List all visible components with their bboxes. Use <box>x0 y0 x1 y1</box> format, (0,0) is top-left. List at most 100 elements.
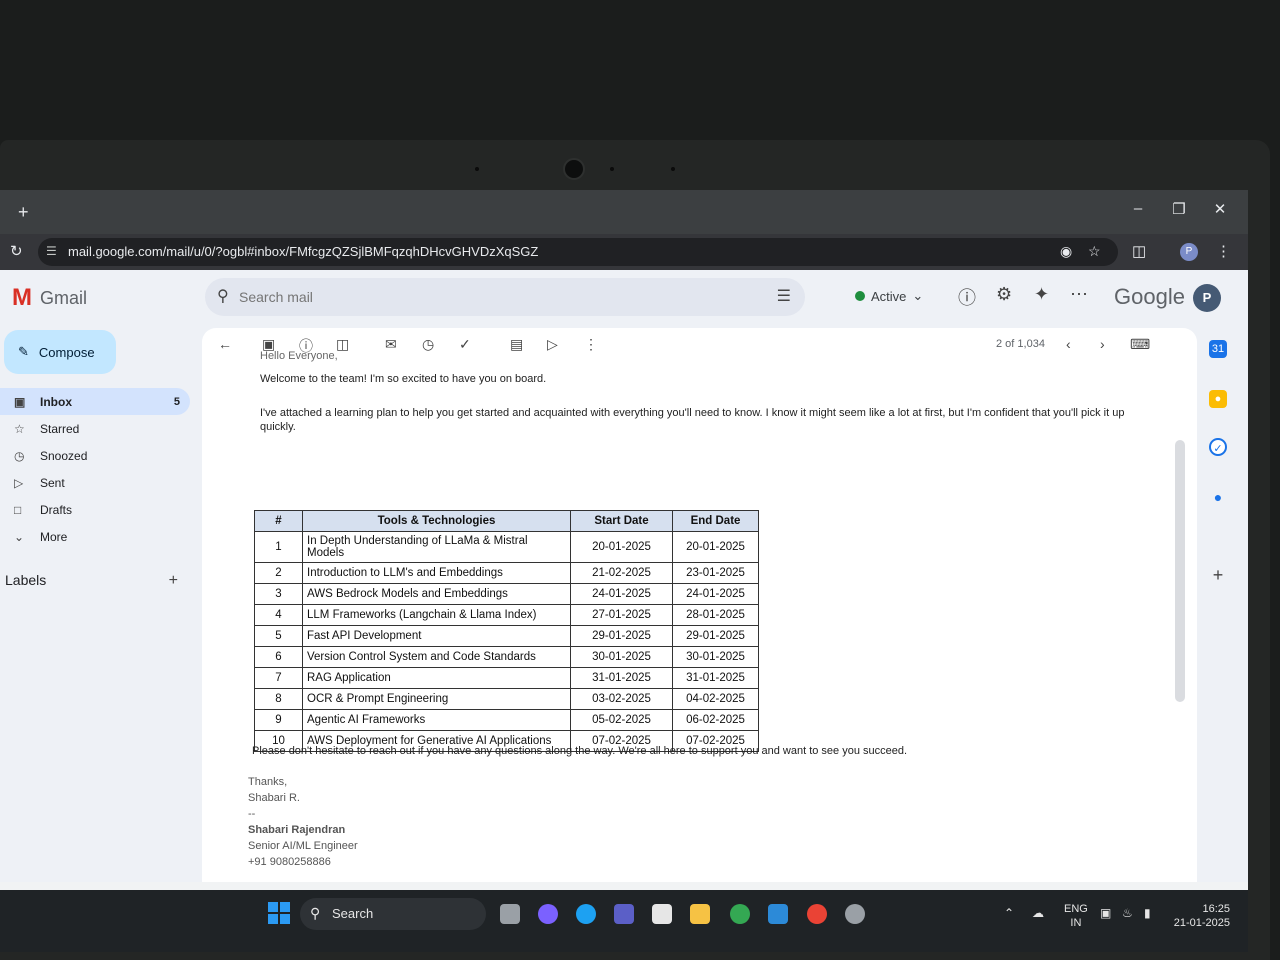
minimize-button[interactable]: – <box>1124 200 1152 217</box>
table-cell: OCR & Prompt Engineering <box>302 688 571 710</box>
table-cell: Fast API Development <box>302 625 571 647</box>
gmail-wordmark: Gmail <box>40 287 88 308</box>
language-code: ENG <box>1064 903 1088 915</box>
newer-chevron-icon[interactable]: › <box>1100 336 1105 352</box>
extensions-icon[interactable]: ◫ <box>1132 242 1146 260</box>
table-row: 3 AWS Bedrock Models and Embeddings 24-01-… <box>254 583 759 605</box>
learning-plan-table-body: 1 In Depth Understanding of LLaMa & Mistr… <box>254 531 759 752</box>
sidebar-item-sent[interactable]: ▷ Sent <box>0 469 190 496</box>
search-icon[interactable]: ⚲ <box>217 286 229 306</box>
add-to-tasks-icon[interactable]: ✓ <box>459 336 471 353</box>
reload-icon[interactable]: ↻ <box>10 242 23 260</box>
copilot-icon[interactable] <box>538 904 558 924</box>
apps-grid-icon[interactable]: ⋯ <box>1070 284 1088 305</box>
volume-muted-icon[interactable]: ♨ <box>1122 906 1133 920</box>
more-options-icon[interactable]: ⋮ <box>584 336 598 353</box>
table-cell: 8 <box>254 688 303 710</box>
table-cell: 03-02-2025 <box>570 688 673 710</box>
network-icon[interactable]: ▣ <box>1100 906 1111 920</box>
table-cell: Introduction to LLM's and Embeddings <box>302 562 571 584</box>
browser-menu-icon[interactable]: ⋮ <box>1216 242 1231 260</box>
back-arrow-icon[interactable]: ← <box>218 336 232 352</box>
email-toolbar: ← ▣ ⓘ ◫ ✉ ◷ ✓ ▤ ▷ ⋮ 2 of 1,034 ‹ › ⌨ <box>202 328 1197 358</box>
thanks-text: Thanks, <box>248 776 288 788</box>
store-icon[interactable] <box>652 904 672 924</box>
gemini-sparkle-icon[interactable]: ✦ <box>1034 284 1049 305</box>
google-account-brand[interactable]: Google <box>1114 284 1185 310</box>
system-clock[interactable]: 16:25 21-01-2025 <box>1170 902 1230 930</box>
bookmark-star-icon[interactable]: ☆ <box>1088 243 1101 260</box>
url-text[interactable]: mail.google.com/mail/u/0/?ogbl#inbox/FMf… <box>68 244 538 259</box>
label-icon[interactable]: ▷ <box>547 336 558 353</box>
table-cell: 4 <box>254 604 303 626</box>
table-cell: 31-01-2025 <box>672 667 759 689</box>
teams-icon[interactable] <box>614 904 634 924</box>
webcam <box>563 158 585 180</box>
mark-unread-icon[interactable]: ✉ <box>385 336 397 353</box>
move-to-icon[interactable]: ▤ <box>510 336 523 353</box>
windows-start-icon[interactable] <box>268 902 290 924</box>
eye-slash-icon[interactable]: ◉ <box>1060 243 1072 260</box>
settings-gear-icon[interactable]: ⚙ <box>996 284 1012 305</box>
restore-button[interactable]: ❐ <box>1165 200 1193 218</box>
sidebar-item-label: Drafts <box>40 502 73 517</box>
keep-icon[interactable]: ● <box>1209 390 1227 408</box>
table-row: 8 OCR & Prompt Engineering 03-02-2025 04-02… <box>254 688 759 710</box>
clock-icon: ◷ <box>14 448 25 463</box>
taskbar-search[interactable]: ⚲ Search <box>300 898 486 930</box>
new-tab-button[interactable]: + <box>18 202 29 223</box>
welcome-paragraph: Welcome to the team! I'm so excited to h… <box>260 373 547 385</box>
search-input[interactable] <box>239 286 739 308</box>
edge-icon[interactable] <box>576 904 596 924</box>
table-cell: 06-02-2025 <box>672 709 759 731</box>
sidebar-item-label: Sent <box>40 475 65 490</box>
close-window-button[interactable]: ✕ <box>1206 200 1234 218</box>
search-options-icon[interactable]: ☰ <box>777 286 791 306</box>
task-view-icon[interactable] <box>500 904 520 924</box>
older-chevron-icon[interactable]: ‹ <box>1066 336 1071 352</box>
calendar-icon[interactable]: 31 <box>1209 340 1227 358</box>
sidebar-item-inbox[interactable]: ▣ Inbox 5 <box>0 388 190 415</box>
signature-phone[interactable]: +91 9080258886 <box>248 856 331 868</box>
add-label-icon[interactable]: + <box>169 572 178 590</box>
omnibox[interactable]: ☰ mail.google.com/mail/u/0/?ogbl#inbox/F… <box>38 238 1118 266</box>
tray-overflow-icon[interactable]: ⌃ <box>1004 906 1014 920</box>
table-cell: 24-01-2025 <box>570 583 673 605</box>
pencil-icon: ✎ <box>18 344 29 359</box>
sidebar-item-label: Snoozed <box>40 448 88 463</box>
email-scrollbar[interactable] <box>1175 440 1185 702</box>
account-avatar[interactable]: P <box>1193 284 1221 312</box>
signature-name: Shabari Rajendran <box>248 824 346 836</box>
gmail-logo[interactable]: M Gmail <box>12 284 87 312</box>
pagination-count: 2 of 1,034 <box>996 338 1045 350</box>
table-cell: 6 <box>254 646 303 668</box>
sidebar-item-snoozed[interactable]: ◷ Snoozed <box>0 442 190 469</box>
compose-button[interactable]: ✎ Compose <box>4 330 116 374</box>
send-icon: ▷ <box>14 475 24 490</box>
vscode-icon[interactable] <box>768 904 788 924</box>
settings-gear-icon[interactable] <box>845 904 865 924</box>
table-cell: 21-02-2025 <box>570 562 673 584</box>
help-icon[interactable]: ⓘ <box>958 284 976 310</box>
gmail-app: M Gmail ⚲ ☰ Active ⌄ ⓘ ⚙ ✦ ⋯ Google P ✎ … <box>0 270 1248 882</box>
sidebar-item-starred[interactable]: ☆ Starred <box>0 415 190 442</box>
chrome-icon[interactable] <box>730 904 750 924</box>
battery-icon[interactable]: ▮ <box>1144 906 1151 920</box>
input-tools-icon[interactable]: ⌨ <box>1130 336 1150 353</box>
browser-profile-avatar[interactable]: P <box>1180 243 1198 261</box>
delete-icon[interactable]: ◫ <box>336 336 349 353</box>
chrome-profile-icon[interactable] <box>807 904 827 924</box>
sidebar-item-drafts[interactable]: □ Drafts <box>0 496 190 523</box>
site-info-icon[interactable]: ☰ <box>46 244 57 258</box>
tasks-icon[interactable]: ✓ <box>1209 438 1227 456</box>
status-selector[interactable]: Active ⌄ <box>855 288 923 304</box>
contacts-icon[interactable]: ● <box>1209 488 1227 506</box>
snooze-icon[interactable]: ◷ <box>422 336 434 353</box>
sensor-dot <box>475 167 479 171</box>
language-indicator[interactable]: ENG IN <box>1064 902 1088 930</box>
onedrive-icon[interactable]: ☁ <box>1032 906 1044 920</box>
table-cell: AWS Bedrock Models and Embeddings <box>302 583 571 605</box>
get-addons-icon[interactable]: + <box>1209 566 1227 584</box>
file-explorer-icon[interactable] <box>690 904 710 924</box>
sidebar-item-more[interactable]: ⌄ More <box>0 523 190 550</box>
